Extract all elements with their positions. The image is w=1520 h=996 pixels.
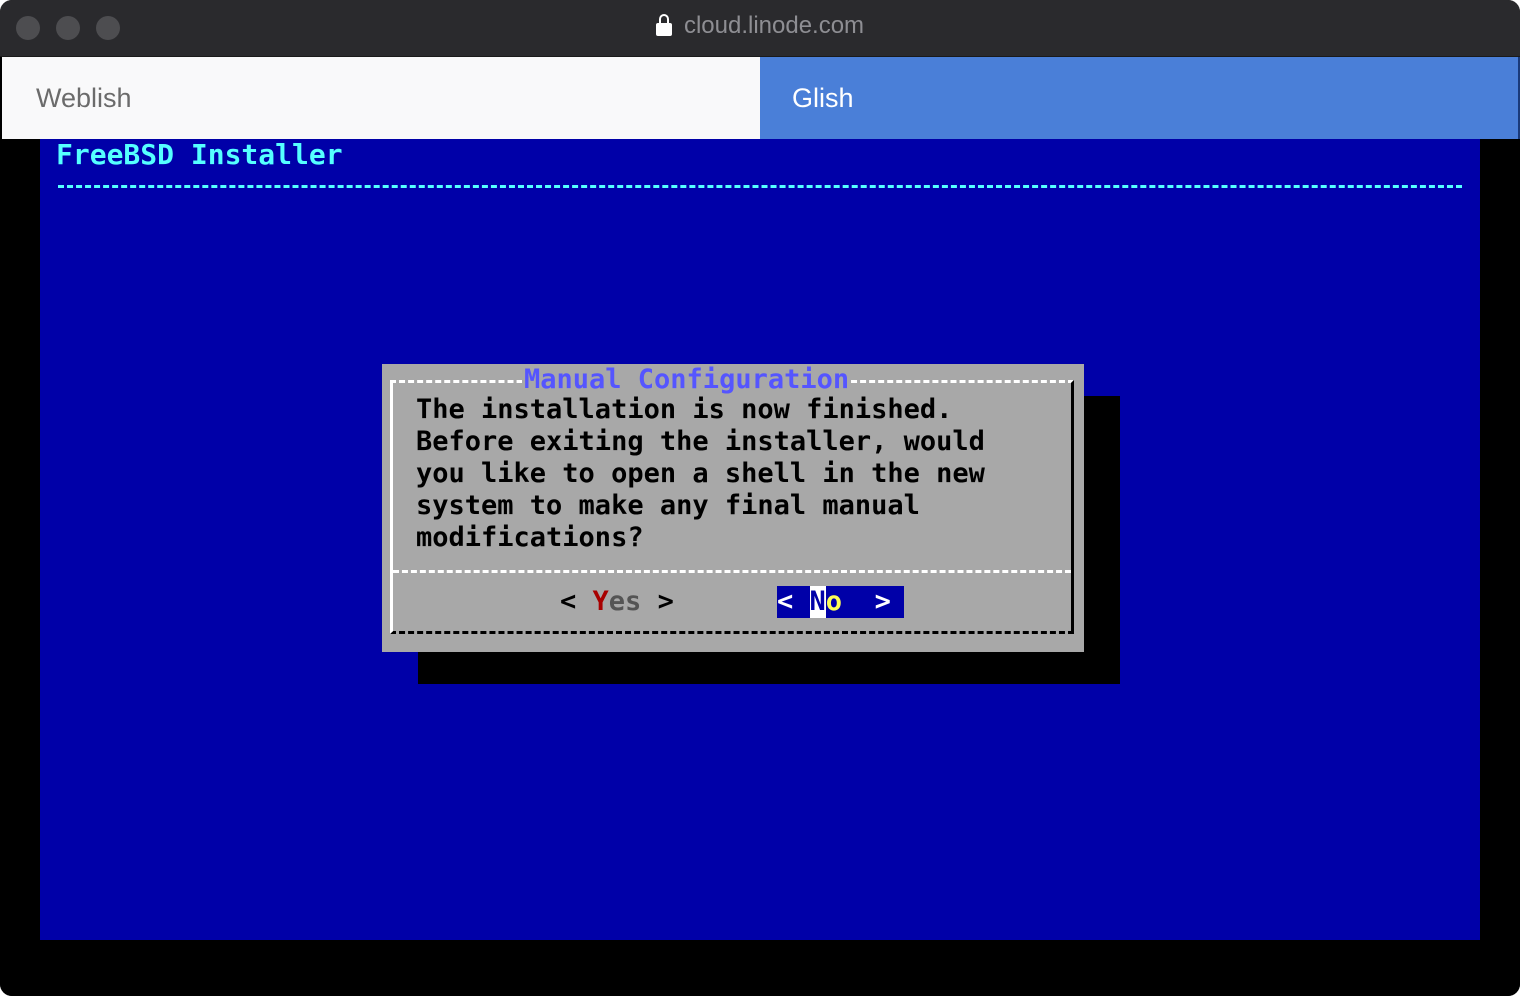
dialog-button-separator <box>393 570 1071 573</box>
address-bar[interactable]: cloud.linode.com <box>0 8 1520 44</box>
url-text: cloud.linode.com <box>683 12 865 39</box>
yes-right-bracket: > <box>657 586 674 617</box>
message-line: Before exiting the installer, would <box>416 426 985 457</box>
yes-label-rest: es <box>608 586 642 617</box>
console-tabs: Weblish Glish <box>0 57 1520 139</box>
glish-console[interactable]: FreeBSD Installer Manual Configuration T… <box>0 139 1520 996</box>
yes-hotkey: Y <box>592 586 609 617</box>
manual-configuration-dialog: Manual Configuration The installation is… <box>382 364 1084 652</box>
tab-weblish[interactable]: Weblish <box>0 57 760 139</box>
lock-icon <box>655 14 672 36</box>
header-divider <box>58 185 1462 188</box>
dialog-message: The installation is now finished. Before… <box>416 394 1056 554</box>
tab-glish[interactable]: Glish <box>760 57 1520 139</box>
yes-left-bracket: < <box>560 586 577 617</box>
installer-screen: FreeBSD Installer Manual Configuration T… <box>40 139 1480 940</box>
message-line: modifications? <box>416 522 644 553</box>
no-label-rest: o <box>825 586 843 617</box>
message-line: you like to open a shell in the new <box>416 458 985 489</box>
no-button[interactable]: < No > <box>777 586 904 618</box>
no-hotkey: N <box>809 586 826 618</box>
yes-button[interactable]: < Yes > <box>560 586 674 618</box>
title-bar: cloud.linode.com <box>0 0 1520 57</box>
message-line: system to make any final manual <box>416 490 920 521</box>
installer-header-title: FreeBSD Installer <box>56 138 343 171</box>
no-right-bracket: > <box>874 586 891 617</box>
browser-window: cloud.linode.com Weblish Glish FreeBSD I… <box>0 0 1520 996</box>
no-left-bracket: < <box>777 586 794 617</box>
message-line: The installation is now finished. <box>416 394 953 425</box>
dialog-title: Manual Configuration <box>522 364 852 396</box>
